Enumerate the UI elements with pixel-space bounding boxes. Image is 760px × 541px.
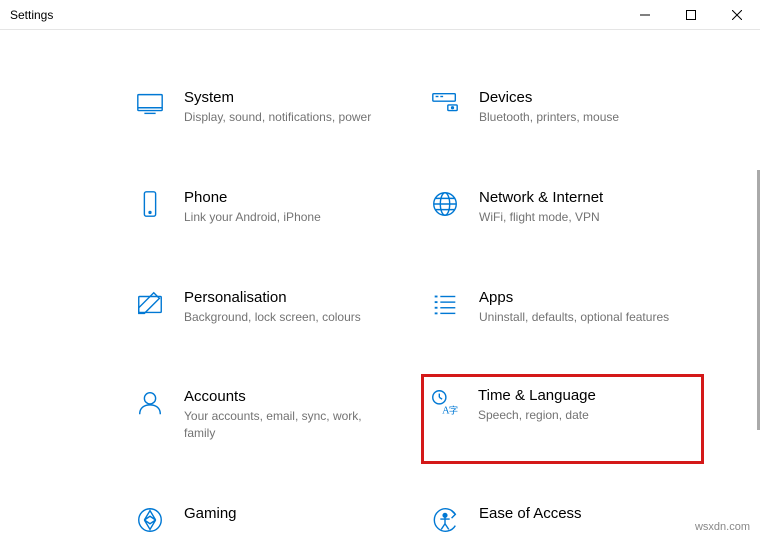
maximize-button[interactable] bbox=[668, 0, 714, 29]
category-apps[interactable]: Apps Uninstall, defaults, optional featu… bbox=[425, 285, 700, 330]
category-desc: Bluetooth, printers, mouse bbox=[479, 109, 686, 126]
watermark: wsxdn.com bbox=[695, 521, 750, 533]
category-desc: WiFi, flight mode, VPN bbox=[479, 209, 686, 226]
scrollbar[interactable] bbox=[754, 30, 760, 538]
window-title: Settings bbox=[0, 8, 622, 22]
accounts-icon bbox=[134, 388, 166, 420]
minimize-button[interactable] bbox=[622, 0, 668, 29]
personalisation-icon bbox=[134, 289, 166, 321]
time-language-icon: A 字 bbox=[428, 387, 460, 419]
category-title: Network & Internet bbox=[479, 189, 686, 206]
category-desc: Link your Android, iPhone bbox=[184, 209, 391, 226]
category-accounts[interactable]: Accounts Your accounts, email, sync, wor… bbox=[130, 384, 405, 446]
category-title: Devices bbox=[479, 89, 686, 106]
category-desc: Your accounts, email, sync, work, family bbox=[184, 408, 391, 442]
category-network[interactable]: Network & Internet WiFi, flight mode, VP… bbox=[425, 185, 700, 230]
category-desc: Speech, region, date bbox=[478, 407, 687, 424]
close-button[interactable] bbox=[714, 0, 760, 29]
apps-icon bbox=[429, 289, 461, 321]
category-ease-of-access[interactable]: Ease of Access bbox=[425, 501, 700, 541]
category-system[interactable]: System Display, sound, notifications, po… bbox=[130, 85, 405, 130]
category-title: Time & Language bbox=[478, 387, 687, 404]
svg-text:字: 字 bbox=[449, 405, 458, 417]
category-devices[interactable]: Devices Bluetooth, printers, mouse bbox=[425, 85, 700, 130]
category-personalisation[interactable]: Personalisation Background, lock screen,… bbox=[130, 285, 405, 330]
category-desc: Uninstall, defaults, optional features bbox=[479, 309, 686, 326]
category-title: Apps bbox=[479, 289, 686, 306]
category-title: Ease of Access bbox=[479, 505, 686, 522]
category-title: Accounts bbox=[184, 388, 391, 405]
phone-icon bbox=[134, 189, 166, 221]
titlebar: Settings bbox=[0, 0, 760, 30]
category-time-language[interactable]: A 字 Time & Language Speech, region, date bbox=[421, 374, 704, 464]
category-gaming[interactable]: Gaming bbox=[130, 501, 405, 541]
category-title: Personalisation bbox=[184, 289, 391, 306]
category-title: System bbox=[184, 89, 391, 106]
category-phone[interactable]: Phone Link your Android, iPhone bbox=[130, 185, 405, 230]
category-desc: Background, lock screen, colours bbox=[184, 309, 391, 326]
category-title: Gaming bbox=[184, 505, 391, 522]
settings-categories-grid: System Display, sound, notifications, po… bbox=[0, 30, 760, 541]
devices-icon bbox=[429, 89, 461, 121]
ease-of-access-icon bbox=[429, 505, 461, 537]
category-desc: Display, sound, notifications, power bbox=[184, 109, 391, 126]
system-icon bbox=[134, 89, 166, 121]
gaming-icon bbox=[134, 505, 166, 537]
network-icon bbox=[429, 189, 461, 221]
category-title: Phone bbox=[184, 189, 391, 206]
window-controls bbox=[622, 0, 760, 29]
